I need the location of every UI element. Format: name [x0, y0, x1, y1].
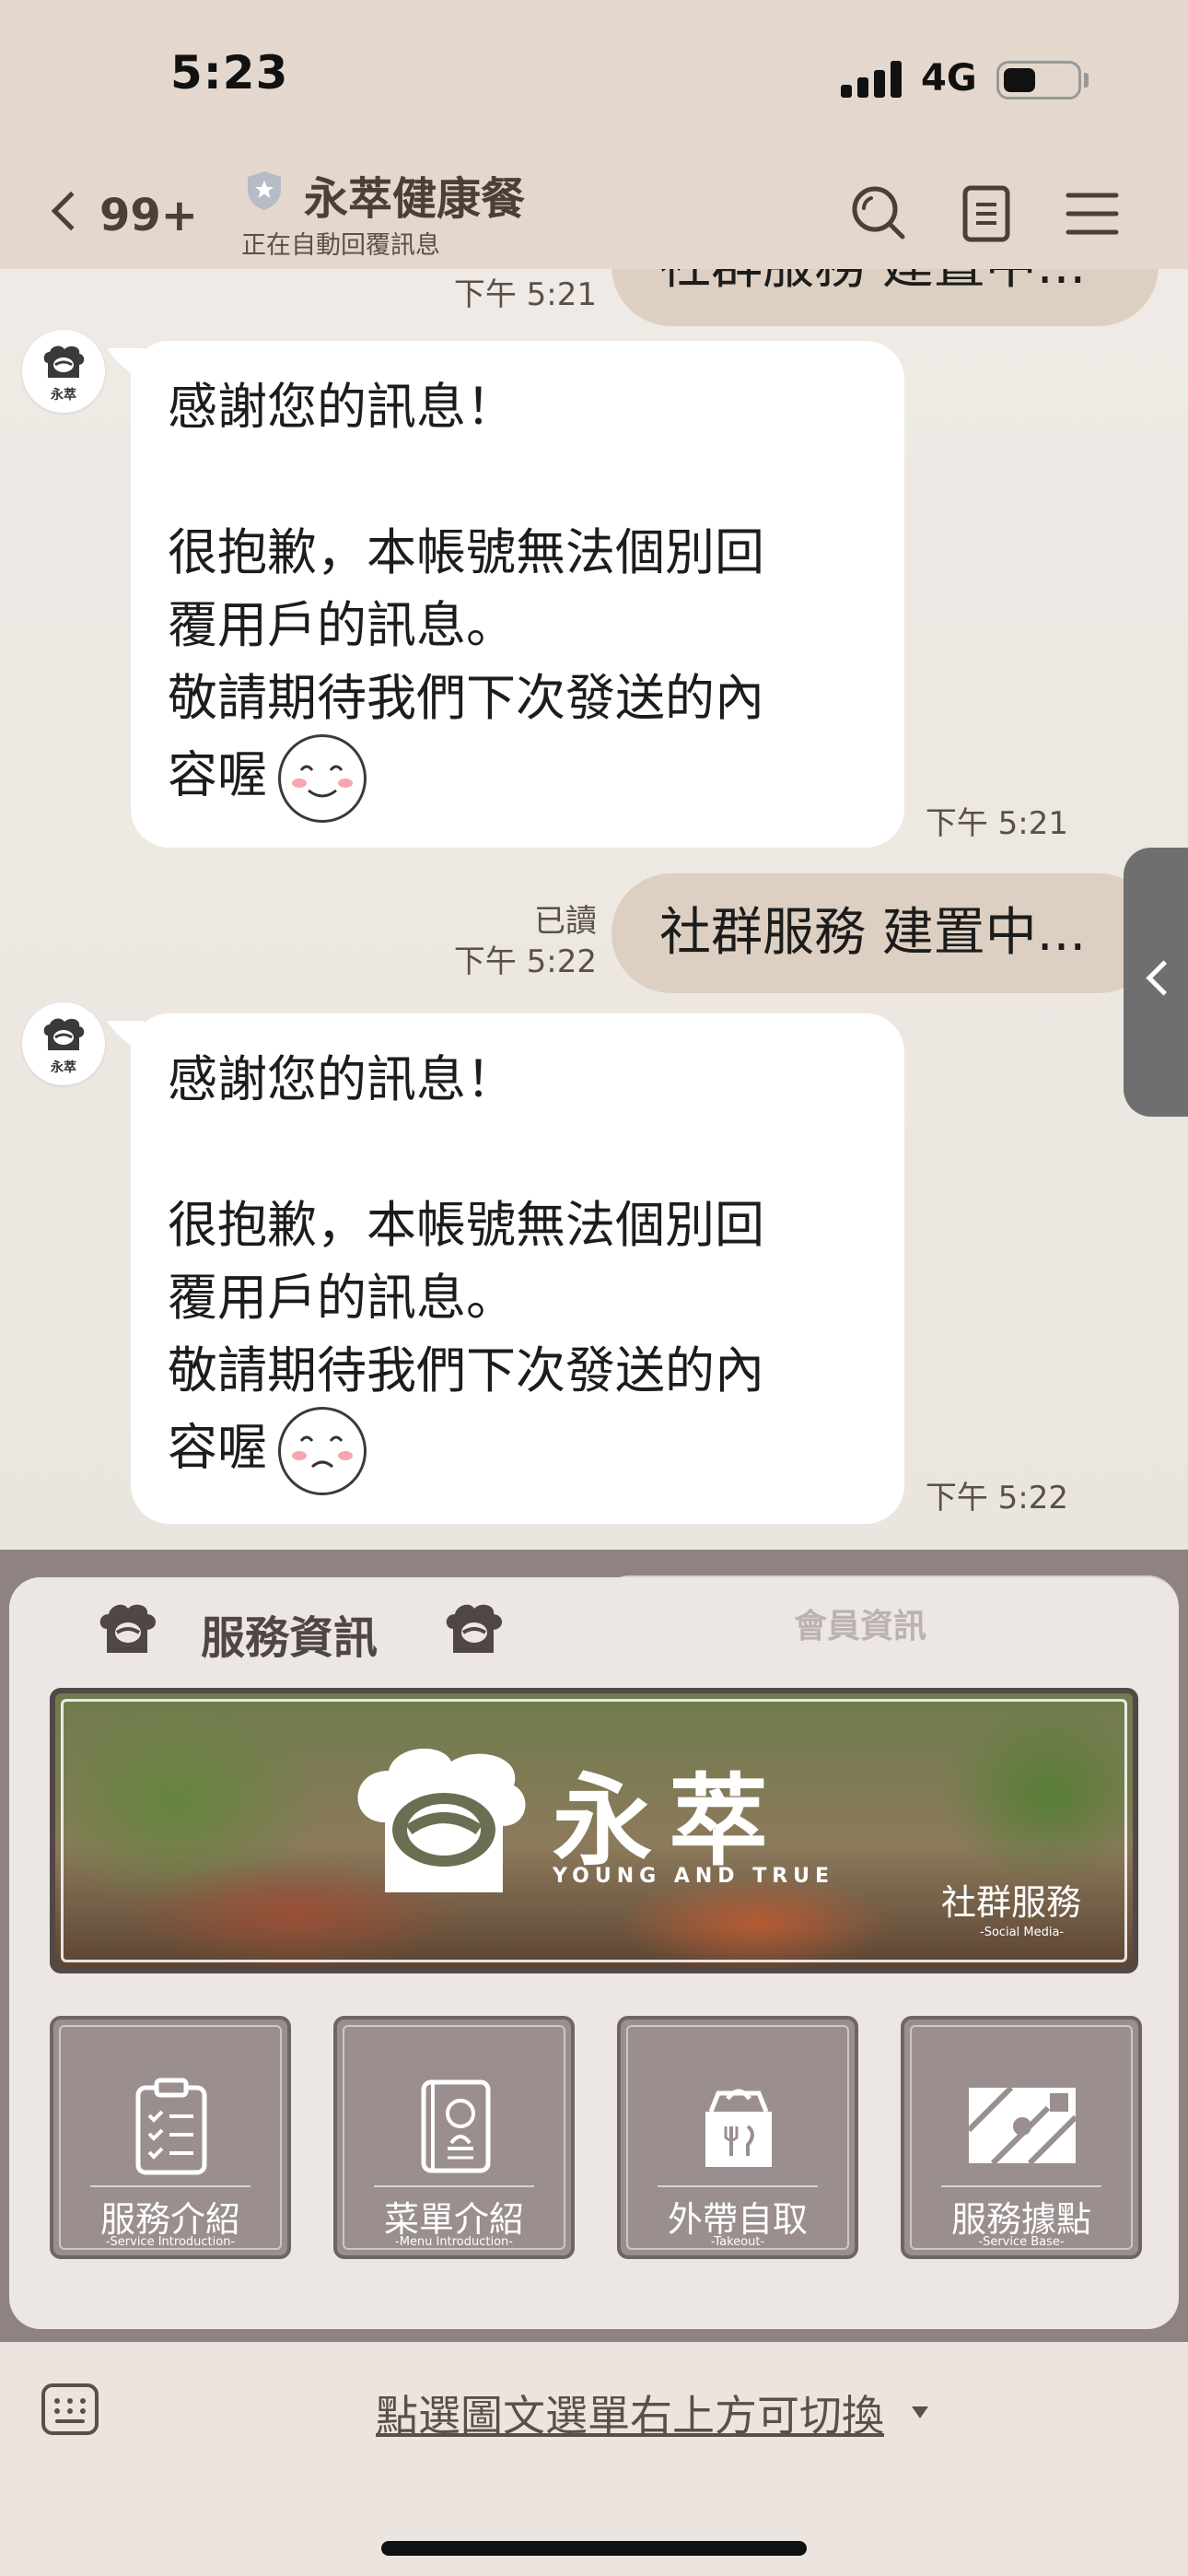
sad-face-emoji-icon	[278, 1407, 367, 1495]
message-text: 社群服務 建置中...	[659, 269, 1086, 296]
message-line: 敬請期待我們下次發送的內	[168, 1341, 764, 1399]
message-text: 社群服務 建置中...	[659, 903, 1087, 963]
brand-logo-icon	[43, 345, 85, 378]
button-label: 菜單介紹	[383, 2199, 524, 2240]
signal-icon	[841, 61, 905, 98]
rich-menu-toggle[interactable]: 點選圖文選單右上方可切換	[376, 2383, 884, 2443]
menu-introduction-button[interactable]: 菜單介紹 -Menu Introduction-	[333, 2016, 575, 2259]
button-sub-label: -Service Introduction-	[105, 2235, 236, 2249]
avatar-label: 永萃	[51, 1060, 76, 1075]
unread-count: 99+	[99, 190, 199, 241]
other-tab-title[interactable]: 會員資訊	[794, 1599, 926, 1647]
banner-label: 社群服務	[941, 1882, 1082, 1923]
takeout-button[interactable]: 外帶自取 -Takeout-	[617, 2016, 858, 2259]
outgoing-message-bubble[interactable]: 社群服務 建置中...	[611, 873, 1159, 993]
caret-down-icon[interactable]	[912, 2406, 928, 2418]
message-line: 覆用戶的訊息。	[168, 596, 516, 654]
verified-badge-icon	[248, 171, 281, 210]
message-line: 很抱歉，本帳號無法個別回	[168, 523, 764, 581]
message-line: 覆用戶的訊息。	[168, 1269, 516, 1327]
message-line: 容喔	[168, 1407, 868, 1495]
back-chevron-icon	[51, 191, 91, 231]
button-sub-label: -Menu Introduction-	[395, 2235, 513, 2249]
service-base-button[interactable]: 服務據點 -Service Base-	[901, 2016, 1142, 2259]
brand-english-name: YOUNG AND TRUE	[553, 1865, 835, 1888]
message-line: 感謝您的訊息！	[168, 378, 516, 436]
message-time: 下午 5:22	[453, 943, 597, 980]
menu-book-icon	[421, 2079, 491, 2173]
button-sub-label: -Service Base-	[978, 2235, 1065, 2249]
message-line: 很抱歉，本帳號無法個別回	[168, 1196, 764, 1254]
map-location-icon	[966, 2085, 1078, 2166]
chef-hat-icon	[99, 1604, 156, 1653]
rich-menu-title[interactable]: 服務資訊	[201, 1601, 378, 1666]
bottom-bar: 點選圖文選單右上方可切換	[0, 2342, 1188, 2576]
smiling-face-emoji-icon	[278, 734, 367, 823]
status-bar: 5:23 4G	[0, 0, 1188, 157]
avatar[interactable]: 永萃	[22, 1002, 105, 1085]
search-icon[interactable]	[844, 179, 914, 249]
incoming-message-bubble[interactable]: 感謝您的訊息！ 很抱歉，本帳號無法個別回 覆用戶的訊息。 敬請期待我們下次發送的…	[131, 1013, 904, 1524]
message-time: 下午 5:22	[925, 1480, 1068, 1516]
battery-icon	[996, 61, 1081, 100]
brand-name: 永萃	[553, 1764, 786, 1879]
banner-sub-label: -Social Media-	[980, 1926, 1065, 1939]
read-receipt: 已讀	[534, 903, 597, 940]
status-time: 5:23	[170, 46, 289, 100]
message-line: 感謝您的訊息！	[168, 1050, 516, 1108]
outgoing-message-bubble[interactable]: 社群服務 建置中...	[611, 269, 1159, 326]
message-text: 容喔	[168, 745, 267, 804]
message-line: 敬請期待我們下次發送的內	[168, 669, 764, 727]
button-label: 服務介紹	[99, 2199, 240, 2240]
chat-header: 99+ 永萃健康餐 正在自動回覆訊息	[0, 157, 1188, 269]
home-indicator[interactable]	[381, 2541, 807, 2556]
takeout-box-icon	[705, 2089, 772, 2167]
message-time: 下午 5:21	[453, 276, 597, 313]
avatar[interactable]: 永萃	[22, 330, 105, 413]
button-label: 外帶自取	[667, 2199, 808, 2240]
battery-tip	[1084, 73, 1089, 88]
message-line-blank	[168, 1116, 868, 1188]
brand-logo-icon	[357, 1749, 526, 1892]
chat-title[interactable]: 永萃健康餐	[304, 162, 525, 227]
message-time: 下午 5:21	[925, 805, 1068, 842]
message-line: 容喔	[168, 734, 868, 823]
avatar-label: 永萃	[51, 388, 76, 403]
service-introduction-button[interactable]: 服務介紹 -Service Introduction-	[50, 2016, 291, 2259]
notes-icon[interactable]	[952, 179, 1022, 249]
keyboard-icon[interactable]	[41, 2383, 99, 2436]
chat-area[interactable]: 下午 5:21 社群服務 建置中... 永萃 感謝您的訊息！ 很抱歉，本帳號無法…	[0, 269, 1188, 1550]
clipboard-list-icon	[135, 2078, 207, 2175]
button-label: 服務據點	[950, 2199, 1091, 2240]
network-type: 4G	[921, 57, 977, 100]
message-text: 容喔	[168, 1418, 267, 1477]
chat-subtitle: 正在自動回覆訊息	[241, 231, 440, 260]
social-media-banner[interactable]: 永萃 YOUNG AND TRUE 社群服務 -Social Media-	[50, 1688, 1138, 1973]
chef-hat-icon	[446, 1604, 502, 1653]
rich-menu: 服務資訊 會員資訊 永萃 YOUNG AND TRUE 社群服務 -Social…	[0, 1550, 1188, 2342]
button-sub-label: -Takeout-	[710, 2235, 765, 2249]
message-line-blank	[168, 443, 868, 516]
hamburger-menu-icon[interactable]	[1057, 179, 1127, 249]
brand-logo-icon	[43, 1018, 85, 1050]
incoming-message-bubble[interactable]: 感謝您的訊息！ 很抱歉，本帳號無法個別回 覆用戶的訊息。 敬請期待我們下次發送的…	[131, 341, 904, 848]
side-drawer-handle[interactable]	[1124, 848, 1188, 1117]
back-button[interactable]: 99+	[46, 177, 203, 251]
